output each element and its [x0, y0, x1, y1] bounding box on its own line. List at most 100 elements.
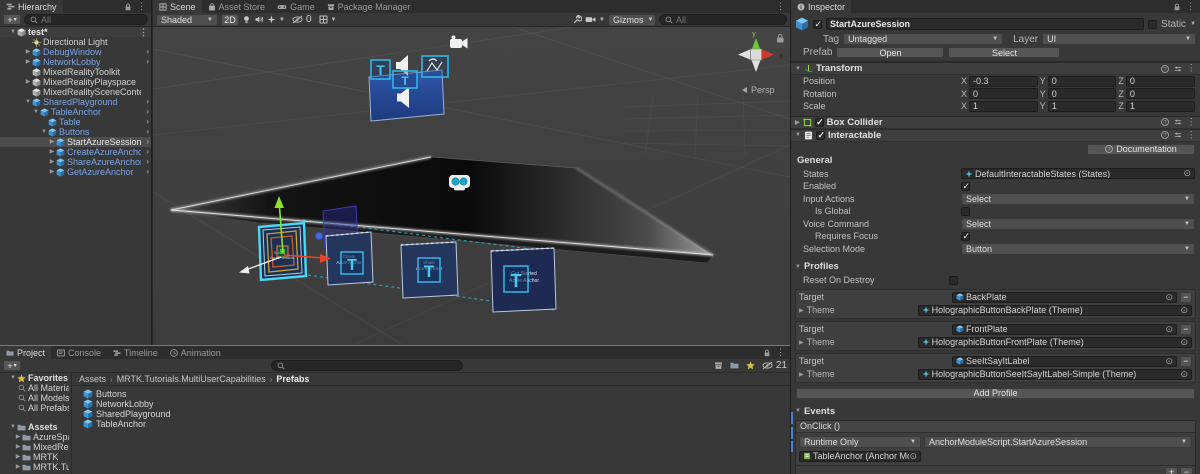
kebab-menu-icon[interactable]: ⋮: [137, 1, 146, 12]
hierarchy-item-sharedplayground[interactable]: ▼ SharedPlayground ›: [0, 97, 151, 107]
rotation-x-field[interactable]: 0: [969, 88, 1038, 100]
show-children-icon[interactable]: ›: [146, 117, 149, 127]
folder-azurespatial[interactable]: ▶AzureSpatia: [0, 432, 71, 442]
camera-settings-icon[interactable]: [585, 15, 596, 24]
hierarchy-item-directional-light[interactable]: Directional Light: [0, 37, 151, 47]
breadcrumb-assets[interactable]: Assets: [79, 374, 106, 384]
input-actions-dropdown[interactable]: Select ▼: [961, 192, 1195, 205]
breadcrumb-package[interactable]: MRTK.Tutorials.MultiUserCapabilities: [117, 374, 266, 384]
remove-event-button[interactable]: −: [1180, 466, 1193, 474]
active-checkbox[interactable]: [813, 19, 822, 30]
hierarchy-search-input[interactable]: [41, 15, 142, 24]
box-collider-enabled-checkbox[interactable]: [814, 117, 824, 128]
position-z-field[interactable]: 0: [1125, 75, 1196, 87]
object-picker-icon[interactable]: ⊙: [1165, 357, 1173, 366]
scene-lighting-icon[interactable]: [242, 15, 251, 24]
get-azure-anchor-button-object[interactable]: Get Started Azure Anchor T: [490, 247, 557, 313]
object-picker-icon[interactable]: ⊙: [1180, 306, 1188, 315]
folder-mrtk-tutorials[interactable]: ▶MRTK.Tutor: [0, 462, 71, 472]
gizmo-center-cube[interactable]: [750, 48, 762, 61]
hierarchy-item-mixedrealityplayspace[interactable]: ▶ MixedRealityPlayspace: [0, 77, 151, 87]
help-icon[interactable]: [1161, 65, 1169, 73]
rotation-z-field[interactable]: 0: [1125, 88, 1196, 100]
show-children-icon[interactable]: ›: [146, 107, 149, 117]
tab-project[interactable]: Project: [0, 346, 52, 359]
create-azure-anchor-button-object[interactable]: Create Azure Anchor T: [325, 231, 374, 286]
search-by-type-icon[interactable]: [714, 361, 723, 370]
static-dropdown-icon[interactable]: ▼: [1190, 21, 1196, 27]
show-children-icon[interactable]: ›: [146, 167, 149, 177]
selection-mode-dropdown[interactable]: Button ▼: [961, 242, 1195, 255]
scene-row[interactable]: ▼ test* ⋮: [0, 27, 151, 37]
show-children-icon[interactable]: ›: [146, 97, 149, 107]
tab-scene[interactable]: Scene: [153, 0, 202, 13]
scene-search-input[interactable]: [676, 15, 781, 24]
lock-icon[interactable]: [763, 349, 771, 357]
hierarchy-item-tableanchor[interactable]: ▼ TableAnchor ›: [0, 107, 151, 117]
kebab-menu-icon[interactable]: ⋮: [1187, 130, 1197, 141]
project-search-input[interactable]: [288, 361, 458, 370]
gizmo-lock-icon[interactable]: [777, 33, 784, 43]
prefab-select-button[interactable]: Select: [948, 47, 1061, 58]
presets-icon[interactable]: [1174, 118, 1182, 126]
hierarchy-item-mixedrealitytoolkit[interactable]: MixedRealityToolkit: [0, 67, 151, 77]
show-children-icon[interactable]: ›: [146, 57, 149, 67]
show-children-icon[interactable]: ›: [146, 47, 149, 57]
hierarchy-item-getazureanchor[interactable]: ▶ GetAzureAnchor ›: [0, 167, 151, 177]
favorites-all-prefabs[interactable]: All Prefabs: [0, 403, 71, 413]
orientation-gizmo[interactable]: y x Persp: [738, 31, 784, 95]
transform-component-header[interactable]: ▼ Transform ⋮: [791, 62, 1200, 75]
asset-item-networklobby[interactable]: NetworkLobby: [73, 399, 790, 409]
event-function-dropdown[interactable]: AnchorModuleScript.StartAzureSession ▼: [924, 435, 1192, 448]
object-picker-icon[interactable]: ⊙: [1183, 169, 1191, 178]
tab-animation[interactable]: Animation: [164, 346, 227, 359]
static-checkbox[interactable]: [1148, 19, 1158, 29]
asset-item-buttons[interactable]: Buttons: [73, 389, 790, 399]
grid-visibility-icon[interactable]: [319, 15, 328, 24]
gameobject-name-field[interactable]: StartAzureSession: [826, 18, 1145, 30]
hierarchy-item-createazureanchor[interactable]: ▶ CreateAzureAnchor ›: [0, 147, 151, 157]
scene-viewport[interactable]: T T T T Anchor T Azure Session y x Persp: [152, 26, 791, 346]
object-picker-icon[interactable]: ⊙: [909, 452, 917, 461]
scale-y-field[interactable]: 1: [1047, 100, 1117, 112]
profile-target-field[interactable]: BackPlate ⊙: [952, 291, 1177, 303]
profile-theme-field[interactable]: HolographicButtonFrontPlate (Theme) ⊙: [917, 336, 1192, 348]
scene-effects-icon[interactable]: [267, 15, 276, 24]
remove-profile-button[interactable]: −: [1180, 291, 1192, 303]
favorites-all-materials[interactable]: All Materials: [0, 383, 71, 393]
profile-theme-field[interactable]: HolographicButtonBackPlate (Theme) ⊙: [917, 304, 1192, 316]
add-event-button[interactable]: +: [1165, 466, 1178, 474]
object-picker-icon[interactable]: ⊙: [1165, 293, 1173, 302]
presets-icon[interactable]: [1174, 131, 1182, 139]
gizmos-dropdown[interactable]: Gizmos ▼: [608, 13, 656, 26]
hidden-count-icon[interactable]: [762, 361, 773, 370]
scale-z-field[interactable]: 1: [1125, 100, 1196, 112]
shading-mode-dropdown[interactable]: Shaded ▼: [156, 13, 218, 26]
tab-console[interactable]: Console: [51, 346, 107, 359]
favorites-header[interactable]: ▼ Favorites: [0, 373, 71, 383]
2d-toggle[interactable]: 2D: [221, 13, 239, 26]
hierarchy-item-debugwindow[interactable]: ▶ DebugWindow ›: [0, 47, 151, 57]
enabled-checkbox[interactable]: [961, 181, 970, 192]
hierarchy-item-startazuresession[interactable]: ▶ StartAzureSession ›: [0, 137, 151, 147]
camera-dropdown-icon[interactable]: ▼: [599, 17, 605, 23]
scale-x-field[interactable]: 1: [969, 100, 1038, 112]
states-object-field[interactable]: DefaultInteractableStates (States) ⊙: [961, 168, 1195, 180]
hierarchy-item-shareazureanchor[interactable]: ▶ ShareAzureAnchor ›: [0, 157, 151, 167]
gizmo-neg-y-axis[interactable]: [751, 60, 761, 72]
is-global-checkbox[interactable]: [961, 206, 970, 216]
show-children-icon[interactable]: ›: [146, 157, 149, 167]
search-by-label-icon[interactable]: [730, 361, 739, 370]
move-gizmo-plane-handle[interactable]: [315, 232, 323, 240]
profile-target-field[interactable]: FrontPlate ⊙: [952, 323, 1177, 335]
hierarchy-search[interactable]: [24, 14, 148, 25]
scene-search[interactable]: [659, 14, 787, 25]
create-object-button[interactable]: + ▾: [3, 14, 21, 25]
hierarchy-item-buttons[interactable]: ▼ Buttons ›: [0, 127, 151, 137]
show-children-icon[interactable]: ›: [146, 147, 149, 157]
lock-icon[interactable]: [1173, 3, 1181, 11]
tab-package-manager[interactable]: Package Manager: [321, 0, 417, 13]
events-section-header[interactable]: ▼ Events: [791, 404, 1200, 419]
interactable-enabled-checkbox[interactable]: [815, 130, 825, 141]
create-asset-button[interactable]: + ▾: [3, 360, 21, 371]
